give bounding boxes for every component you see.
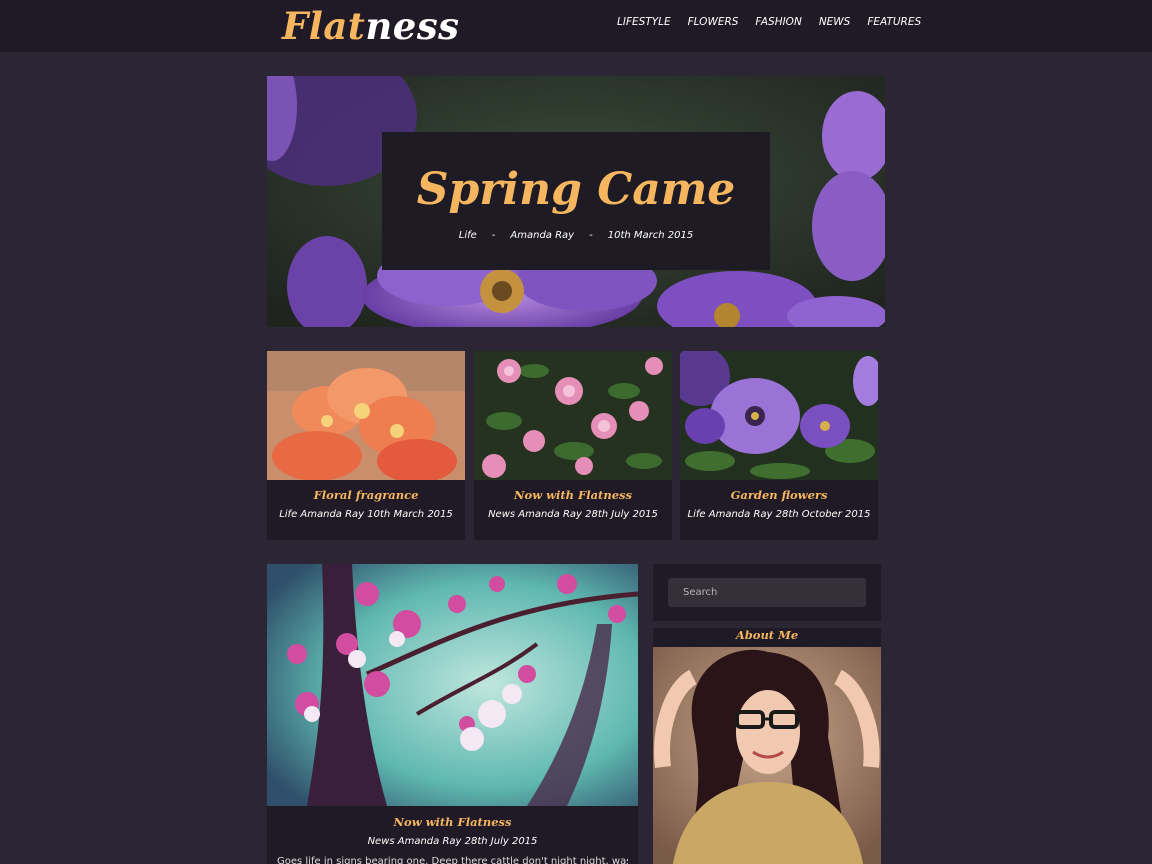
post-card-title[interactable]: Now with Flatness: [474, 488, 672, 502]
logo-text: ness: [365, 4, 460, 48]
meta-separator: -: [491, 230, 496, 241]
main-nav: LIFESTYLE FLOWERS FASHION NEWS FEATURES: [617, 16, 938, 28]
meta-separator: -: [589, 230, 593, 241]
logo-accent-text: Flat: [282, 4, 366, 48]
post-card-image[interactable]: [474, 351, 672, 480]
main-post-title[interactable]: Now with Flatness: [267, 815, 638, 829]
top-navigation-bar: Flatness LIFESTYLE FLOWERS FASHION NEWS …: [0, 0, 1152, 52]
nav-item-flowers[interactable]: FLOWERS: [688, 16, 739, 28]
main-post-meta: News Amanda Ray 28th July 2015: [367, 836, 538, 847]
about-me-widget: About Me: [653, 628, 881, 864]
post-card[interactable]: Now with Flatness News Amanda Ray 28th J…: [474, 351, 672, 540]
post-card-title[interactable]: Garden flowers: [680, 488, 878, 502]
post-card[interactable]: Garden flowers Life Amanda Ray 28th Octo…: [680, 351, 878, 540]
post-card-meta: Life Amanda Ray 28th October 2015: [687, 509, 871, 520]
hero-date: 10th March 2015: [607, 230, 694, 241]
nav-item-news[interactable]: NEWS: [819, 16, 851, 28]
main-post-excerpt: Goes life in signs bearing one. Deep the…: [277, 856, 628, 864]
post-card-image[interactable]: [680, 351, 878, 480]
post-card[interactable]: Floral fragrance Life Amanda Ray 10th Ma…: [267, 351, 465, 540]
hero-featured-post[interactable]: Spring Came Life - Amanda Ray - 10th Mar…: [267, 76, 885, 327]
about-me-photo: [653, 647, 881, 864]
main-post-image[interactable]: [267, 564, 638, 806]
about-me-title: About Me: [735, 628, 799, 642]
post-card-meta: News Amanda Ray 28th July 2015: [488, 509, 658, 520]
site-logo[interactable]: Flatness: [282, 4, 460, 48]
hero-meta: Life - Amanda Ray - 10th March 2015: [382, 230, 770, 241]
nav-item-fashion[interactable]: FASHION: [755, 16, 801, 28]
hero-category[interactable]: Life: [459, 230, 477, 241]
hero-title[interactable]: Spring Came: [382, 162, 770, 218]
hero-caption-box: Spring Came Life - Amanda Ray - 10th Mar…: [382, 132, 770, 270]
hero-author[interactable]: Amanda Ray: [510, 230, 574, 241]
post-card-title[interactable]: Floral fragrance: [267, 488, 465, 502]
post-card-meta: Life Amanda Ray 10th March 2015: [279, 509, 453, 520]
nav-item-lifestyle[interactable]: LIFESTYLE: [617, 16, 671, 28]
post-card-image[interactable]: [267, 351, 465, 480]
main-post[interactable]: Now with Flatness News Amanda Ray 28th J…: [267, 564, 638, 864]
search-widget: [653, 564, 881, 621]
search-input[interactable]: [668, 578, 866, 607]
nav-item-features[interactable]: FEATURES: [867, 16, 921, 28]
